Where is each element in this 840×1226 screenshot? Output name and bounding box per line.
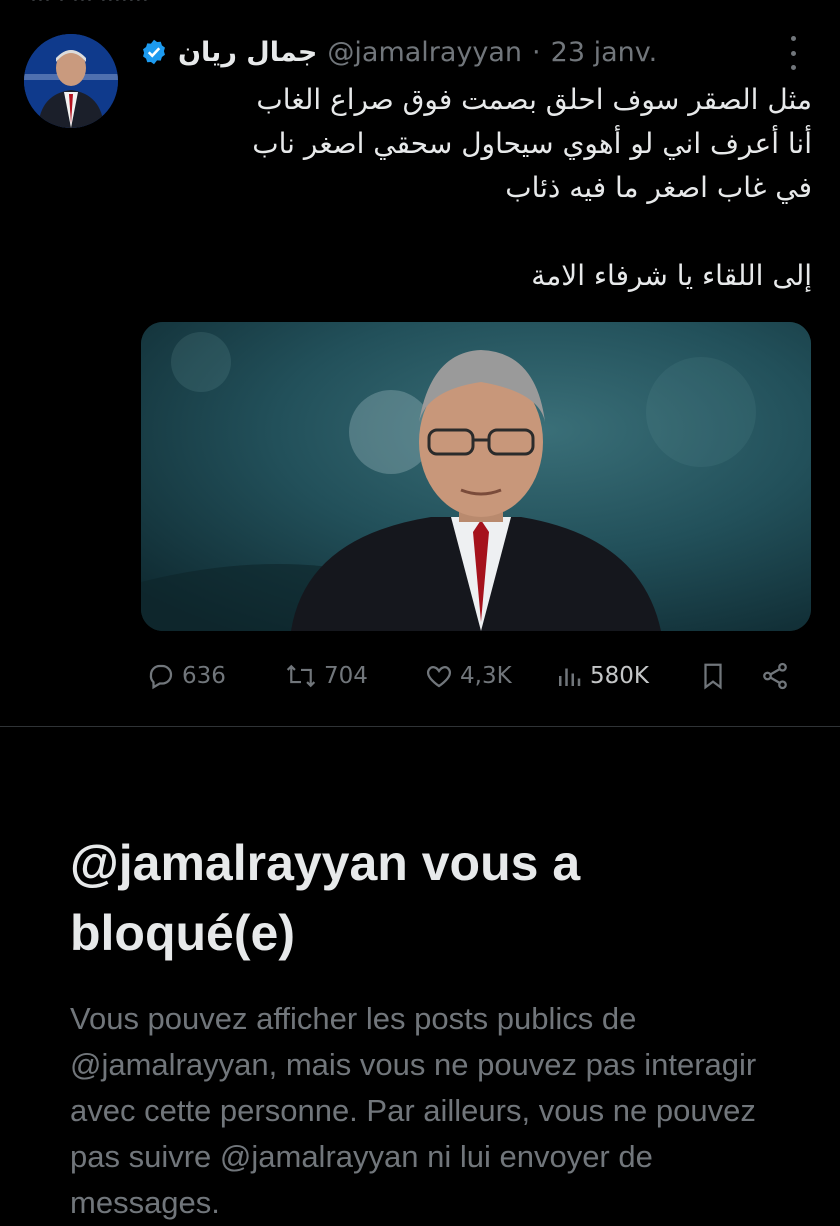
reply-button[interactable]: 636 [146,656,226,696]
blocked-description: Vous pouvez afficher les posts publics d… [70,1001,757,1220]
media-photo [141,322,811,631]
author-handle[interactable]: @jamalrayyan [327,37,522,68]
like-count: 4,3K [460,663,512,689]
avatar[interactable] [24,34,118,128]
tweet-text-line: في غاب اصغر ما فيه ذئاب [505,171,812,204]
tweet-text-line [140,210,812,254]
author-name[interactable]: جمال ريان [178,37,317,68]
post-date[interactable]: 23 janv. [551,37,658,68]
share-icon [763,662,787,690]
bookmark-button[interactable] [698,656,728,696]
tweet-text-line: إلى اللقاء يا شرفاء الامة [531,259,812,292]
tweet-media-image[interactable] [141,322,811,631]
views-count: 580K [590,663,649,689]
bookmark-icon [704,663,722,690]
tweet-actions: 636 704 4,3K 580K [140,656,800,696]
verified-badge-icon [143,39,165,65]
views-icon [559,668,581,686]
reply-icon [149,664,173,690]
tweet-header: جمال ريان @jamalrayyan · 23 janv. [140,32,774,72]
repost-icon [286,664,316,688]
tweet-text-line: أنا أعرف اني لو أهوي سيحاول سحقي اصغر نا… [252,127,812,160]
repost-button[interactable]: 704 [284,656,368,696]
share-button[interactable] [760,656,790,696]
blocked-title: @jamalrayyan vous a bloqué(e) [70,835,581,961]
like-button[interactable]: 4,3K [424,656,512,696]
more-icon[interactable] [786,36,800,70]
tweet-text: مثل الصقر سوف احلق بصمت فوق صراع الغاب أ… [140,78,812,298]
section-divider [0,726,840,727]
tweet-text-line: مثل الصقر سوف احلق بصمت فوق صراع الغاب [256,83,812,116]
like-icon [426,666,452,688]
separator-dot: · [532,36,541,68]
repost-count: 704 [324,663,368,689]
avatar-portrait [24,34,118,128]
views-button[interactable]: 580K [554,656,649,696]
reply-count: 636 [182,663,226,689]
previous-post-cutoff: ··· · ··· ······· [30,0,330,8]
